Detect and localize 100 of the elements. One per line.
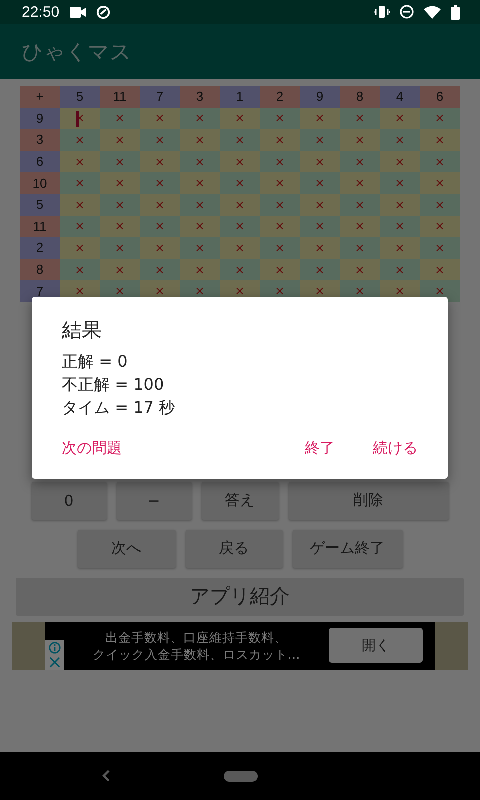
grid-cell[interactable]: ×	[220, 216, 260, 238]
grid-cell[interactable]: ×	[340, 108, 380, 130]
keypad-button[interactable]: 削除	[288, 482, 448, 520]
grid-cell[interactable]: ×	[220, 258, 260, 280]
grid-cell[interactable]: ×	[100, 194, 140, 216]
dialog-title: 結果	[62, 317, 103, 344]
grid-cell[interactable]: ×	[180, 129, 220, 151]
dialog-button[interactable]: 続ける	[373, 439, 418, 458]
grid-cell[interactable]: ×	[260, 216, 300, 238]
grid-cell[interactable]: ×	[300, 237, 340, 259]
grid-cell[interactable]: ×	[420, 150, 460, 172]
grid-cell[interactable]: ×	[60, 194, 100, 216]
grid-cell[interactable]: ×	[260, 194, 300, 216]
grid-cell[interactable]: ×	[260, 258, 300, 280]
grid-cell[interactable]: ×	[420, 108, 460, 130]
grid-cell[interactable]: ×	[340, 237, 380, 259]
keypad-button[interactable]: 答え	[202, 482, 278, 520]
grid-cell[interactable]: ×	[100, 172, 140, 194]
grid-cell[interactable]: ×	[300, 258, 340, 280]
grid-cell[interactable]: ×	[300, 108, 340, 130]
grid-cell[interactable]: ×	[340, 172, 380, 194]
grid-cell[interactable]: ×	[340, 129, 380, 151]
game-control-button[interactable]: ゲーム終了	[292, 530, 402, 568]
grid-cell[interactable]: ×	[180, 258, 220, 280]
column-header: 6	[420, 86, 460, 108]
home-icon[interactable]	[224, 770, 258, 782]
back-icon[interactable]	[101, 769, 111, 783]
grid-cell[interactable]: ×	[340, 194, 380, 216]
grid-cell[interactable]: ×	[220, 237, 260, 259]
grid-cell[interactable]: ×	[140, 150, 180, 172]
app-intro-button[interactable]: アプリ紹介	[16, 578, 464, 616]
grid-cell[interactable]: ×	[260, 237, 300, 259]
grid-cell[interactable]: ×	[380, 172, 420, 194]
grid-cell[interactable]: ×	[140, 258, 180, 280]
grid-cell[interactable]: ×	[340, 216, 380, 238]
grid-cell[interactable]: ×	[300, 129, 340, 151]
result-line: 不正解 = 100	[62, 374, 166, 396]
grid-cell[interactable]: ×	[380, 150, 420, 172]
grid-cell[interactable]: ×	[260, 172, 300, 194]
grid-cell[interactable]: ×	[180, 194, 220, 216]
grid-cell[interactable]: ×	[380, 258, 420, 280]
row-header: 11	[20, 216, 60, 238]
grid-cell[interactable]: ×	[60, 150, 100, 172]
grid-cell[interactable]: ×	[180, 150, 220, 172]
grid-cell[interactable]: ×	[300, 172, 340, 194]
grid-cell[interactable]: ×	[60, 216, 100, 238]
grid-cell[interactable]: ×	[420, 129, 460, 151]
grid-cell[interactable]: ×	[380, 194, 420, 216]
grid-cell[interactable]: ×	[300, 216, 340, 238]
grid-cell[interactable]: ×	[220, 172, 260, 194]
grid-cell[interactable]: ×	[140, 216, 180, 238]
grid-cell[interactable]: ×	[180, 108, 220, 130]
grid-cell[interactable]: ×	[60, 237, 100, 259]
grid-cell[interactable]: ×	[100, 237, 140, 259]
grid-cell[interactable]: ×	[420, 237, 460, 259]
grid-cell[interactable]: ×	[380, 237, 420, 259]
grid-cell[interactable]: ×	[60, 172, 100, 194]
ad-open-button[interactable]: 開く	[329, 628, 423, 664]
keypad-button[interactable]: −	[116, 482, 192, 520]
dialog-button[interactable]: 終了	[305, 439, 335, 458]
dialog-button[interactable]: 次の問題	[62, 439, 122, 458]
grid-cell[interactable]: ×	[340, 258, 380, 280]
grid-cell[interactable]: ×	[140, 172, 180, 194]
grid-cell[interactable]: ×	[380, 216, 420, 238]
grid-cell[interactable]: ×	[140, 108, 180, 130]
grid-cell[interactable]: ×	[380, 129, 420, 151]
keypad-button[interactable]: 0	[32, 482, 106, 520]
grid-cell[interactable]: ×	[420, 172, 460, 194]
grid-cell[interactable]: ×	[220, 108, 260, 130]
grid-cell[interactable]: ×	[180, 237, 220, 259]
grid-cell[interactable]: ×	[220, 150, 260, 172]
grid-cell[interactable]: ×	[380, 108, 420, 130]
game-control-button[interactable]: 戻る	[186, 530, 282, 568]
grid-cell[interactable]: ×	[140, 129, 180, 151]
grid-cell[interactable]: ×	[60, 258, 100, 280]
grid-cell[interactable]: ×	[420, 216, 460, 238]
grid-cell[interactable]: ×	[140, 194, 180, 216]
grid-cell[interactable]: ×	[100, 108, 140, 130]
grid-cell[interactable]: ×	[340, 150, 380, 172]
grid-cell[interactable]: ×	[260, 129, 300, 151]
grid-cell[interactable]: ×	[60, 129, 100, 151]
row-header: 10	[20, 172, 60, 194]
grid-cell[interactable]: ×	[100, 258, 140, 280]
grid-cell[interactable]: ×	[100, 216, 140, 238]
game-control-button[interactable]: 次へ	[78, 530, 176, 568]
grid-cell[interactable]: ×	[420, 258, 460, 280]
grid-cell[interactable]: ×	[300, 150, 340, 172]
grid-cell[interactable]: ×	[300, 194, 340, 216]
grid-cell[interactable]: ×	[140, 237, 180, 259]
ad-text: 出金手数料、口座維持手数料、	[106, 628, 288, 646]
wifi-icon	[424, 6, 441, 18]
grid-cell[interactable]: ×	[100, 129, 140, 151]
grid-cell[interactable]: ×	[260, 108, 300, 130]
grid-cell[interactable]: ×	[220, 129, 260, 151]
grid-cell[interactable]: ×	[260, 150, 300, 172]
grid-cell[interactable]: ×	[180, 216, 220, 238]
grid-cell[interactable]: ×	[180, 172, 220, 194]
grid-cell[interactable]: ×	[100, 150, 140, 172]
grid-cell[interactable]: ×	[420, 194, 460, 216]
grid-cell[interactable]: ×	[220, 194, 260, 216]
